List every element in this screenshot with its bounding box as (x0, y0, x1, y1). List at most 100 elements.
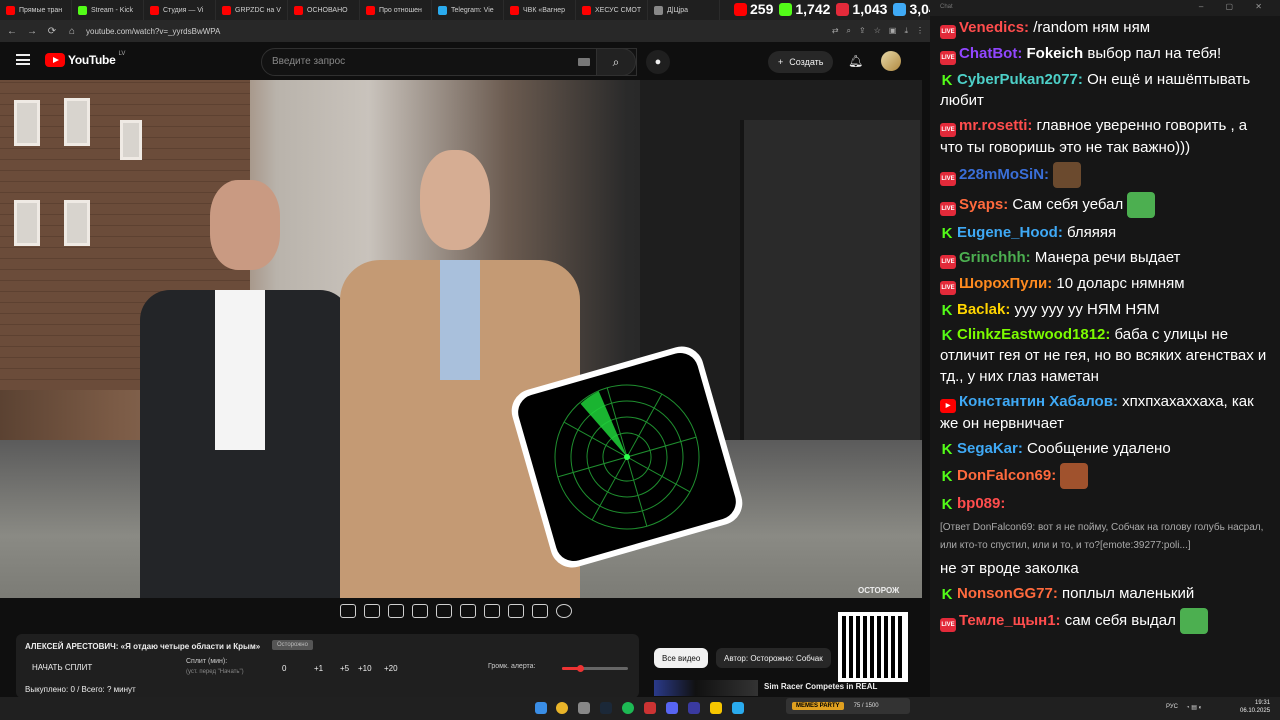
broadcast-icon[interactable] (364, 604, 380, 618)
kick-platform-icon: K (941, 327, 953, 344)
zoom-icon[interactable]: ⌕ (847, 26, 851, 36)
film-icon[interactable] (460, 604, 476, 618)
menu-dots-icon[interactable]: ⋮ (916, 26, 924, 36)
chat-text: Манера речи выдает (1030, 249, 1181, 266)
clapper-icon[interactable] (412, 604, 428, 618)
chat-username[interactable]: bp089 (957, 495, 1000, 512)
browser-tab[interactable]: Прямые тран (0, 0, 72, 20)
video-player[interactable]: ОСТОРОЖ (0, 80, 922, 598)
chat-username[interactable]: ClinkzEastwood1812 (957, 326, 1105, 343)
browser-tab[interactable]: GRPZDC на V (216, 0, 288, 20)
chat-username[interactable]: Baclak (957, 301, 1005, 318)
gear-icon[interactable] (556, 604, 572, 618)
chat-username[interactable]: Темле_щын1 (959, 612, 1056, 629)
chip-author[interactable]: Автор: Осторожно: Собчак (716, 648, 831, 668)
chat-text: Сообщение удалено (1022, 440, 1171, 457)
window-controls[interactable]: – ▢ ✕ (1199, 2, 1272, 11)
chat-message: K NonsonGG77: поплыл маленький (941, 585, 1195, 603)
bought-minutes: Выкуплено: 0 / Всего: ? минут (25, 685, 136, 694)
chat-username[interactable]: Syaps (959, 196, 1003, 213)
translate-icon[interactable]: ⇄ (832, 26, 839, 36)
chat-username[interactable]: Константин Хабалов (959, 393, 1113, 410)
chat-username[interactable]: SegaKar (957, 440, 1018, 457)
url-field[interactable]: youtube.com/watch?v=_yyrdsBwWPA (86, 27, 824, 36)
chat-username[interactable]: ШорохПули (959, 275, 1047, 292)
tray-icons[interactable]: ◔ ▤ ◐ (1186, 704, 1202, 711)
star-icon[interactable]: ☆ (874, 26, 881, 36)
speed-icon[interactable] (484, 604, 500, 618)
chat-username[interactable]: DonFalcon69 (957, 467, 1051, 484)
browser-tab[interactable]: Студия — Vi (144, 0, 216, 20)
back-icon[interactable]: ← (6, 26, 18, 37)
steam-icon[interactable] (600, 702, 612, 714)
chat-username[interactable]: Venedics (959, 19, 1024, 36)
keyboard-language[interactable]: РУС (1166, 704, 1178, 710)
browser-tab[interactable]: ХЕСУС СМОТ (576, 0, 648, 20)
kick-icon (779, 2, 793, 16)
kick-platform-icon: K (941, 225, 953, 242)
chat-username[interactable]: 228mMoSiN (959, 166, 1044, 183)
account-avatar[interactable] (881, 51, 901, 71)
split-add-5-button[interactable]: +5 (340, 664, 349, 673)
keyboard-icon[interactable] (578, 58, 590, 66)
start-icon[interactable] (535, 702, 547, 714)
home-icon[interactable]: ⌂ (66, 26, 78, 37)
obs-icon[interactable] (644, 702, 656, 714)
system-clock[interactable]: 19:31 06.10.2025 (1240, 699, 1270, 715)
browser-tab[interactable]: Telegram: Vie (432, 0, 504, 20)
notifications-bell-icon[interactable]: 🔔︎ (848, 54, 863, 68)
chrome-icon[interactable] (556, 702, 568, 714)
chip-all-videos[interactable]: Все видео (654, 648, 709, 668)
picture-in-picture-icon[interactable] (436, 604, 452, 618)
viewer-stat: 1,043 (836, 1, 887, 17)
create-button[interactable]: + Создать (768, 51, 834, 73)
discord-icon[interactable] (666, 702, 678, 714)
alert-volume-knob[interactable] (577, 665, 585, 672)
alert-volume-slider[interactable] (562, 665, 628, 672)
start-split-button[interactable]: НАЧАТЬ СПЛИТ (32, 663, 92, 672)
chat-username[interactable]: mr.rosetti (959, 117, 1027, 134)
search-taskbar-icon[interactable] (578, 702, 590, 714)
live-icon (836, 2, 850, 16)
now-playing-widget[interactable]: MEMES PARTY 75 / 1500 (786, 698, 910, 714)
menu-icon[interactable] (16, 54, 30, 65)
chat-username[interactable]: Grinchhh (959, 249, 1026, 266)
browser-tab[interactable]: Stream - Kick (72, 0, 144, 20)
chat-username[interactable]: CyberPukan2077 (957, 71, 1078, 88)
telegram-icon[interactable] (732, 702, 744, 714)
share-icon[interactable]: ⇪ (859, 26, 866, 36)
camera-icon[interactable] (532, 604, 548, 618)
kick-platform-icon: K (941, 467, 953, 485)
puzzle-icon[interactable]: ▣ (889, 26, 897, 36)
browser-tab[interactable]: ЧВК «Вагнер (504, 0, 576, 20)
browser-tab[interactable]: Про отношен (360, 0, 432, 20)
youtube-logo[interactable]: YouTube LV (45, 51, 125, 67)
spotify-icon[interactable] (622, 702, 634, 714)
logo-text: YouTube (68, 53, 116, 67)
recommended-title[interactable]: Sim Racer Competes in REAL (764, 682, 877, 691)
chat-username[interactable]: Eugene_Hood (957, 224, 1058, 241)
extension-icons[interactable]: ⇄ ⌕ ⇪ ☆ ▣ ⤓ ⋮ (832, 26, 924, 36)
download-icon[interactable]: ⤓ (904, 26, 908, 36)
browser-tab[interactable]: Д|Цjра (648, 0, 720, 20)
kick-platform-icon: K (941, 302, 953, 319)
chat-message: LIVE Grinchhh: Манера речи выдает (930, 246, 1280, 272)
loop-icon[interactable] (340, 604, 356, 618)
add-clip-icon[interactable] (508, 604, 524, 618)
voice-search-button[interactable]: ● (646, 50, 670, 74)
split-add-10-button[interactable]: +10 (358, 664, 372, 673)
split-add-1-button[interactable]: +1 (314, 664, 323, 673)
explorer-icon[interactable] (710, 702, 722, 714)
forward-icon[interactable]: → (26, 26, 38, 37)
player-icon[interactable] (688, 702, 700, 714)
split-add-20-button[interactable]: +20 (384, 664, 398, 673)
chat-message: K SegaKar: Сообщение удалено (941, 440, 1171, 458)
search-button[interactable]: ⌕ (596, 48, 636, 76)
split-value[interactable]: 0 (282, 664, 286, 673)
video-eye-icon[interactable] (388, 604, 404, 618)
reload-icon[interactable]: ⟳ (46, 26, 58, 37)
chat-username[interactable]: NonsonGG77 (957, 585, 1053, 602)
recommended-thumbnail[interactable] (654, 680, 758, 696)
browser-tab[interactable]: ОСНОВАНО (288, 0, 360, 20)
chat-username[interactable]: ChatBot (959, 45, 1017, 62)
